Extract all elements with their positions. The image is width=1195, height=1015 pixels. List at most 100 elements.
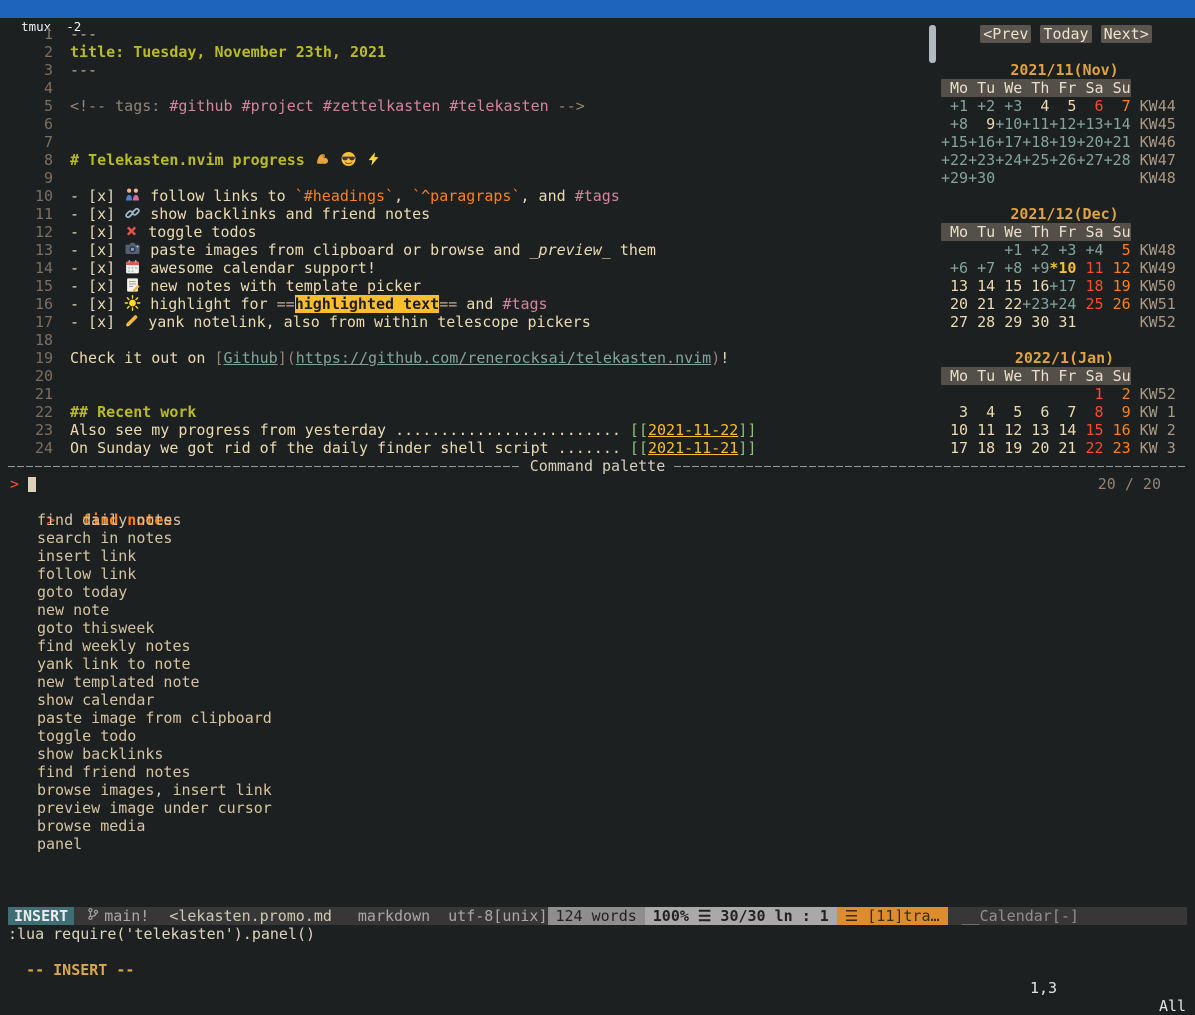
calendar-day[interactable]: +11 [1022,115,1049,133]
calendar-day[interactable]: 31 [1049,313,1076,331]
calendar-day[interactable]: 11 [1076,259,1103,277]
editor-line[interactable]: 6 [8,115,928,133]
calendar-day[interactable]: 30 [1022,313,1049,331]
calendar-day[interactable]: +4 [1076,241,1103,259]
calendar-day[interactable]: *10 [1049,259,1076,277]
calendar-today-button[interactable]: Today [1040,25,1091,43]
palette-item[interactable]: search in notes [8,529,1187,547]
calendar-day[interactable]: 7 [1104,97,1131,115]
editor-line[interactable]: 5<!-- tags: #github #project #zettelkast… [8,97,928,115]
editor-line[interactable]: 10- [x] follow links to `#headings`, `^p… [8,187,928,205]
calendar-day[interactable]: 21 [968,295,995,313]
calendar-day[interactable]: 4 [1022,97,1049,115]
palette-item[interactable]: new note [8,601,1187,619]
calendar-day[interactable]: 19 [1104,277,1131,295]
palette-item[interactable]: find friend notes [8,763,1187,781]
calendar-day[interactable]: 29 [995,313,1022,331]
palette-selected-item[interactable]: >find notes [8,493,1187,511]
editor-line[interactable]: 2title: Tuesday, November 23th, 2021 [8,43,928,61]
calendar-day[interactable]: +17 [1049,277,1076,295]
calendar-day[interactable]: 1 [1076,385,1103,403]
calendar-day[interactable]: +3 [995,97,1022,115]
calendar-day[interactable]: 5 [995,403,1022,421]
calendar-day[interactable]: 23 [1104,439,1131,457]
calendar-day[interactable]: +24 [1049,295,1076,313]
calendar-day[interactable]: 22 [1076,439,1103,457]
calendar-day[interactable]: +14 [1104,115,1131,133]
calendar-day[interactable]: +27 [1076,151,1103,169]
editor-line[interactable]: 13- [x] paste images from clipboard or b… [8,241,928,259]
calendar-day[interactable]: +16 [968,133,995,151]
editor-line[interactable]: 9 [8,169,928,187]
calendar-day[interactable]: 14 [1049,421,1076,439]
calendar-day[interactable]: +12 [1049,115,1076,133]
palette-item[interactable]: preview image under cursor [8,799,1187,817]
calendar-day[interactable]: 16 [1104,421,1131,439]
palette-item[interactable]: browse images, insert link [8,781,1187,799]
calendar-day[interactable]: 5 [1049,97,1076,115]
calendar-day[interactable]: +29 [941,169,968,187]
calendar-day[interactable]: +25 [1022,151,1049,169]
palette-item[interactable]: insert link [8,547,1187,565]
calendar-day[interactable]: 3 [941,403,968,421]
palette-item[interactable]: new templated note [8,673,1187,691]
calendar-day[interactable]: +1 [995,241,1022,259]
calendar-day[interactable]: 12 [995,421,1022,439]
palette-prompt-input[interactable]: > 20 / 20 [8,475,1187,493]
calendar-day[interactable]: 18 [968,439,995,457]
calendar-day[interactable]: 4 [968,403,995,421]
calendar-day[interactable]: +2 [968,97,995,115]
calendar-day[interactable]: +1 [941,97,968,115]
calendar-next-button[interactable]: Next> [1101,25,1152,43]
calendar-day[interactable]: 20 [1022,439,1049,457]
calendar-day[interactable]: 22 [995,295,1022,313]
editor-line[interactable]: 3--- [8,61,928,79]
editor-line[interactable]: 24On Sunday we got rid of the daily find… [8,439,928,457]
palette-item[interactable]: find weekly notes [8,637,1187,655]
calendar-day[interactable]: 15 [995,277,1022,295]
command-line[interactable]: :lua require('telekasten').panel() [8,925,315,943]
calendar-day[interactable]: +13 [1076,115,1103,133]
calendar-day[interactable]: +23 [968,151,995,169]
editor-line[interactable]: 8# Telekasten.nvim progress [8,151,928,169]
calendar-day[interactable]: +23 [1022,295,1049,313]
calendar-day[interactable]: +8 [941,115,968,133]
palette-item[interactable]: yank link to note [8,655,1187,673]
calendar-day[interactable]: 11 [968,421,995,439]
editor-line[interactable]: 22## Recent work [8,403,928,421]
calendar-day[interactable]: 2 [1104,385,1131,403]
editor-line[interactable]: 21 [8,385,928,403]
palette-item[interactable]: panel [8,835,1187,853]
calendar-day[interactable]: 17 [941,439,968,457]
calendar-day[interactable]: 10 [941,421,968,439]
calendar-day[interactable]: +18 [1022,133,1049,151]
editor-line[interactable]: 1--- [8,25,928,43]
calendar-day[interactable]: 6 [1076,97,1103,115]
calendar-day[interactable]: +17 [995,133,1022,151]
calendar-prev-button[interactable]: <Prev [980,25,1031,43]
calendar-day[interactable]: 15 [1076,421,1103,439]
calendar-day[interactable]: +26 [1049,151,1076,169]
calendar-day[interactable]: 18 [1076,277,1103,295]
palette-item[interactable]: show backlinks [8,745,1187,763]
editor-line[interactable]: 19Check it out on [Github](https://githu… [8,349,928,367]
palette-item[interactable]: browse media [8,817,1187,835]
calendar-day[interactable]: 5 [1104,241,1131,259]
calendar-day[interactable]: +19 [1049,133,1076,151]
scrollbar-thumb[interactable] [929,25,936,63]
calendar-day[interactable]: 8 [1076,403,1103,421]
calendar-day[interactable]: +10 [995,115,1022,133]
calendar-day[interactable]: +24 [995,151,1022,169]
palette-item[interactable]: find daily notes [8,511,1187,529]
calendar-day[interactable]: +9 [1022,259,1049,277]
editor-line[interactable]: 4 [8,79,928,97]
calendar-day[interactable]: +28 [1104,151,1131,169]
palette-item[interactable]: goto today [8,583,1187,601]
palette-item[interactable]: toggle todo [8,727,1187,745]
palette-item[interactable]: goto thisweek [8,619,1187,637]
editor-line[interactable]: 14- [x] awesome calendar support! [8,259,928,277]
editor-line[interactable]: 7 [8,133,928,151]
calendar-day[interactable]: 16 [1022,277,1049,295]
palette-item[interactable]: paste image from clipboard [8,709,1187,727]
calendar-day[interactable]: +21 [1104,133,1131,151]
